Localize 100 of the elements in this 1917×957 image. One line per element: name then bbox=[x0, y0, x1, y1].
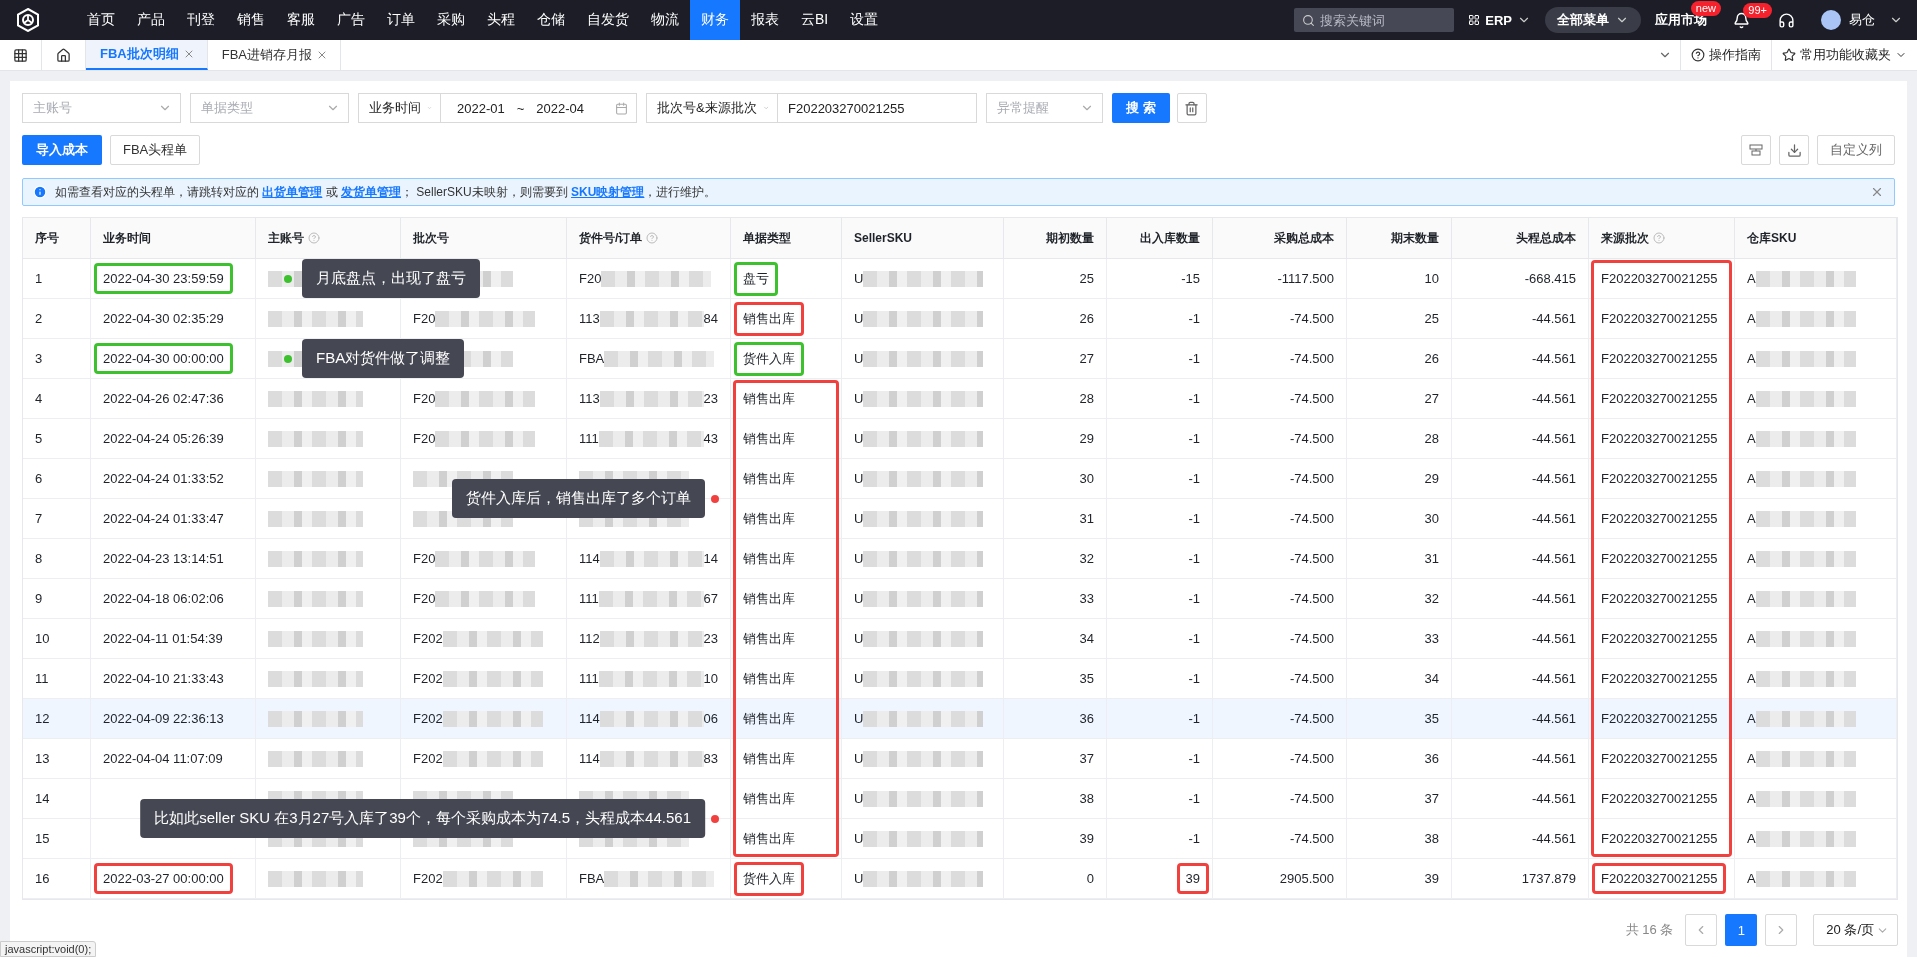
fba-button[interactable]: FBA头程单 bbox=[110, 135, 201, 165]
alert-message: 如需查看对应的头程单，请跳转对应的 出货单管理 或 发货单管理； SellerSKU未映射，则需要到 SKU映射管理，进行维护。 bbox=[55, 183, 717, 201]
cell-text: U bbox=[854, 551, 864, 566]
all-menu-button[interactable]: 全部菜单 bbox=[1545, 7, 1641, 33]
cell-text: 36 bbox=[1424, 751, 1439, 766]
cell-text: -15 bbox=[1181, 271, 1200, 286]
cell-text: F202203270021255 bbox=[1601, 591, 1718, 606]
customize-columns-button[interactable]: 自定义列 bbox=[1817, 135, 1895, 165]
cell-text: -1 bbox=[1188, 671, 1200, 686]
nav-item[interactable]: 产品 bbox=[126, 0, 176, 40]
import-cost-button[interactable]: 导入成本 bbox=[22, 135, 102, 165]
cell-text: -74.500 bbox=[1289, 671, 1334, 686]
cell-text: 33 bbox=[1424, 631, 1439, 646]
nav-item[interactable]: 仓储 bbox=[526, 0, 576, 40]
cell-text: -74.500 bbox=[1289, 311, 1334, 326]
nav-item[interactable]: 物流 bbox=[640, 0, 690, 40]
cell-text: 14 bbox=[35, 791, 50, 806]
alert-link[interactable]: SKU映射管理 bbox=[571, 184, 645, 199]
cell-text: F20 bbox=[579, 271, 602, 286]
guide-link[interactable]: 操作指南 bbox=[1680, 40, 1771, 70]
alert-link[interactable]: 发货单管理 bbox=[341, 184, 401, 199]
cell-text: 2022-04-24 05:26:39 bbox=[103, 431, 224, 446]
download-button[interactable] bbox=[1779, 135, 1809, 165]
search-button[interactable]: 搜 索 bbox=[1112, 93, 1170, 123]
cell-text: F202203270021255 bbox=[1601, 831, 1718, 846]
cell-text: 111 bbox=[579, 671, 599, 686]
select-field[interactable]: 批次号&来源批次 bbox=[646, 93, 778, 123]
nav-item[interactable]: 销售 bbox=[226, 0, 276, 40]
cell-text: 111 bbox=[579, 431, 599, 446]
trash-icon bbox=[1184, 100, 1200, 116]
cell-text: A bbox=[1747, 751, 1756, 766]
close-icon[interactable] bbox=[1870, 185, 1884, 199]
nav-item[interactable]: 订单 bbox=[376, 0, 426, 40]
clear-button[interactable] bbox=[1176, 93, 1207, 123]
cell-text: 16 bbox=[35, 871, 50, 886]
close-icon[interactable] bbox=[316, 49, 328, 61]
search-field[interactable]: 搜索关键词 bbox=[1294, 8, 1455, 32]
cell-text: F202203270021255 bbox=[1601, 751, 1718, 766]
favorites-menu[interactable]: 常用功能收藏夹 bbox=[1771, 40, 1917, 70]
layout-button[interactable] bbox=[1741, 135, 1771, 165]
date-range-field[interactable]: 2022-01 ~ 2022-04 bbox=[440, 93, 637, 123]
select-field[interactable]: 业务时间 bbox=[358, 93, 441, 123]
nav-item[interactable]: 客服 bbox=[276, 0, 326, 40]
star-icon bbox=[1782, 48, 1796, 62]
cell-text: 36 bbox=[1079, 711, 1094, 726]
headset-icon[interactable] bbox=[1778, 11, 1795, 29]
user-name[interactable]: 易仓 bbox=[1849, 11, 1875, 29]
cell-text: 28 bbox=[1424, 431, 1439, 446]
cell-text: 销售出库 bbox=[743, 429, 795, 448]
cell-text: 2022-04-11 01:54:39 bbox=[103, 631, 223, 646]
cell-text: 14 bbox=[703, 551, 718, 566]
nav-item[interactable]: 采购 bbox=[426, 0, 476, 40]
cell-text: 2905.500 bbox=[1279, 871, 1334, 886]
column-header: 期初数量 bbox=[1046, 229, 1094, 247]
cell-text: F20 bbox=[413, 551, 436, 566]
logo-icon[interactable] bbox=[16, 8, 40, 32]
cell-text: U bbox=[854, 591, 864, 606]
cell-text: 1737.879 bbox=[1521, 871, 1576, 886]
cell-text: F202203270021255 bbox=[1601, 311, 1718, 326]
cell-text: -1 bbox=[1188, 351, 1200, 366]
bell-icon[interactable] bbox=[1733, 11, 1750, 29]
cell-text: U bbox=[854, 831, 864, 846]
cell-text: -44.561 bbox=[1531, 671, 1576, 686]
nav-item[interactable]: 设置 bbox=[839, 0, 890, 40]
cell-text: -1 bbox=[1188, 471, 1200, 486]
cell-text: 35 bbox=[1079, 671, 1094, 686]
nav-item[interactable]: 首页 bbox=[76, 0, 126, 40]
cell-text: 27 bbox=[1424, 391, 1439, 406]
cell-text: 2022-04-10 21:33:43 bbox=[103, 671, 224, 686]
batch-input[interactable]: F202203270021255 bbox=[777, 93, 977, 123]
system-switcher[interactable]: ERP bbox=[1468, 12, 1531, 28]
cell-text: U bbox=[854, 671, 864, 686]
cell-text: -1 bbox=[1188, 751, 1200, 766]
cell-text: 2022-04-24 01:33:47 bbox=[103, 511, 224, 526]
page-button[interactable]: 1 bbox=[1725, 914, 1758, 946]
nav-item[interactable]: 云BI bbox=[790, 0, 840, 40]
cell-text: -668.415 bbox=[1524, 271, 1576, 286]
nav-item[interactable]: 头程 bbox=[476, 0, 526, 40]
cell-text: U bbox=[854, 271, 864, 286]
nav-item[interactable]: 广告 bbox=[326, 0, 376, 40]
cell-text: 67 bbox=[703, 591, 718, 606]
search-input[interactable]: 搜索关键词 bbox=[1320, 12, 1441, 28]
page-tab[interactable]: FBA批次明细 bbox=[86, 40, 208, 70]
cell-text: F20 bbox=[413, 431, 436, 446]
nav-item[interactable]: 报表 bbox=[740, 0, 790, 40]
page-size-select[interactable]: 20 条/页 bbox=[1813, 914, 1898, 946]
avatar[interactable] bbox=[1821, 10, 1841, 30]
nav-item[interactable]: 刊登 bbox=[176, 0, 226, 40]
cell-text: 25 bbox=[1424, 311, 1439, 326]
cell-text: 31 bbox=[1424, 551, 1439, 566]
cell-text: A bbox=[1747, 791, 1756, 806]
column-header: SellerSKU bbox=[854, 231, 913, 245]
nav-item[interactable]: 自发货 bbox=[576, 0, 640, 40]
cell-text: U bbox=[854, 391, 864, 406]
column-header: 业务时间 bbox=[103, 229, 151, 247]
alert-link[interactable]: 出货单管理 bbox=[262, 184, 323, 199]
nav-item[interactable]: 财务 bbox=[690, 0, 740, 40]
cell-text: -44.561 bbox=[1531, 591, 1576, 606]
column-header: 出入库数量 bbox=[1140, 229, 1200, 247]
cell-text: -74.500 bbox=[1289, 831, 1334, 846]
